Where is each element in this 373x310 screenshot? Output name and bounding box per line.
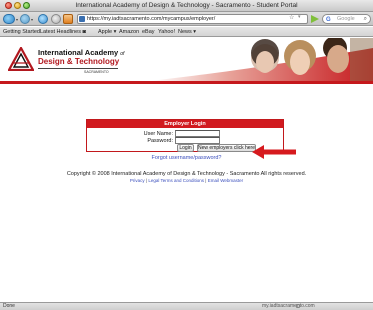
copyright-text: Copyright © 2008 International Academy o… — [66, 171, 307, 177]
header-red-divider — [0, 81, 373, 84]
status-domain: my.iadtsacramento.com — [262, 303, 315, 309]
window-title: International Academy of Design & Techno… — [75, 2, 298, 9]
bookmark-apple[interactable]: Apple ▾ — [98, 27, 116, 37]
forward-button[interactable] — [20, 14, 30, 24]
username-label: User Name: — [143, 131, 173, 137]
email-webmaster-link[interactable]: Email Webmaster — [208, 178, 243, 183]
bookmark-latest-headlines[interactable]: Latest Headlines ◙ — [40, 27, 86, 37]
privacy-link[interactable]: Privacy — [130, 178, 145, 183]
go-arrow-icon[interactable] — [311, 15, 319, 23]
site-favicon-icon — [79, 16, 85, 22]
address-url: https://my.iadtsacramento.com/mycampus/e… — [87, 16, 216, 22]
login-panel-title: Employer Login — [87, 120, 283, 128]
forgot-password-link[interactable]: Forgot username/password? — [0, 155, 373, 161]
login-button[interactable]: Login — [177, 144, 194, 152]
window-title-bar: International Academy of Design & Techno… — [0, 0, 373, 12]
logo-name-line1: International Academy of — [38, 48, 125, 57]
logo-campus: SACRAMENTO — [84, 70, 109, 74]
password-label: Password: — [147, 138, 173, 144]
bookmark-yahoo[interactable]: Yahoo! — [158, 27, 175, 37]
bookmark-news[interactable]: News ▾ — [178, 27, 196, 37]
forward-history-dropdown-icon[interactable]: ▾ — [31, 17, 33, 22]
header-students-photo — [150, 38, 373, 81]
red-arrow-annotation-icon — [252, 145, 296, 159]
legal-terms-link[interactable]: Legal Terms and Conditions — [148, 178, 204, 183]
bookmark-amazon[interactable]: Amazon — [119, 27, 139, 37]
bookmarks-toolbar: Getting Started Latest Headlines ◙ Apple… — [0, 27, 373, 37]
search-magnifier-icon[interactable]: ⌕ — [364, 15, 367, 23]
reload-button[interactable] — [38, 14, 48, 24]
academy-logo-icon[interactable] — [8, 47, 34, 71]
bookmark-ebay[interactable]: eBay — [142, 27, 155, 37]
url-dropdown-icon[interactable]: ▾ — [298, 14, 301, 20]
search-input[interactable]: G Google ⌕ — [322, 14, 371, 24]
status-bar: Done my.iadtsacramento.com — [0, 302, 373, 310]
new-employers-button[interactable]: New employers click here — [197, 144, 256, 152]
site-header: International Academy of Design & Techno… — [0, 38, 373, 81]
stop-button[interactable] — [51, 14, 61, 24]
search-placeholder: Google — [337, 16, 355, 22]
home-button[interactable] — [63, 14, 73, 24]
bookmark-star-icon[interactable]: ☆ — [289, 14, 294, 21]
status-text: Done — [3, 303, 15, 309]
secure-lock-icon[interactable] — [296, 304, 300, 308]
address-bar[interactable]: https://my.iadtsacramento.com/mycampus/e… — [77, 14, 308, 24]
footer-links: Privacy | Legal Terms and Conditions | E… — [0, 178, 373, 183]
logo-divider — [38, 68, 118, 69]
password-field[interactable] — [175, 137, 220, 144]
back-history-dropdown-icon[interactable]: ▾ — [16, 17, 18, 22]
back-button[interactable] — [3, 14, 15, 24]
bookmark-getting-started[interactable]: Getting Started — [3, 27, 40, 37]
navigation-toolbar: ▾ ▾ https://my.iadtsacramento.com/mycamp… — [0, 12, 373, 26]
search-engine-icon[interactable]: G — [326, 16, 331, 23]
username-field[interactable] — [175, 130, 220, 137]
logo-name-line2: Design & Technology — [38, 57, 120, 66]
